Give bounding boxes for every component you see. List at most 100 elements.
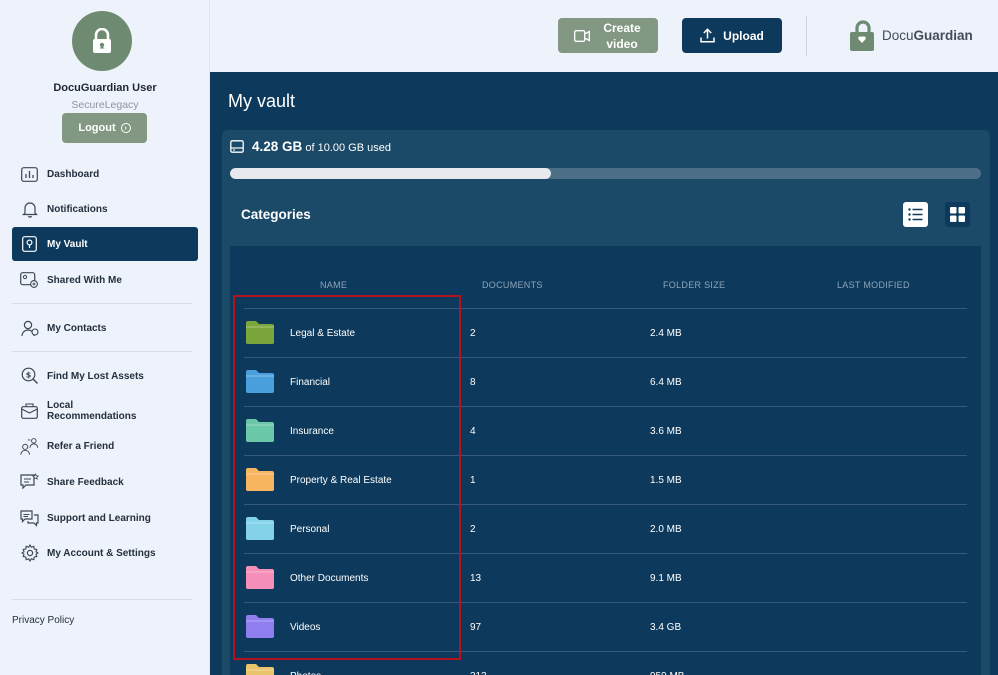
folder-size: 3.6 MB bbox=[650, 426, 682, 437]
header-divider bbox=[806, 16, 807, 56]
document-count: 8 bbox=[470, 377, 476, 388]
document-count: 1 bbox=[470, 475, 476, 486]
folder-icon bbox=[246, 517, 274, 540]
brand-prefix: Docu bbox=[882, 27, 914, 43]
logout-button[interactable]: Logout › bbox=[62, 113, 147, 143]
chart-icon bbox=[20, 165, 39, 184]
upload-button[interactable]: Upload bbox=[682, 18, 782, 53]
column-header-folder-size[interactable]: FOLDER SIZE bbox=[663, 280, 725, 290]
sidebar-divider bbox=[12, 599, 192, 600]
create-video-button[interactable]: Create video bbox=[558, 18, 658, 53]
column-header-documents[interactable]: DOCUMENTS bbox=[482, 280, 543, 290]
table-row[interactable]: Insurance 4 3.6 MB bbox=[244, 407, 967, 456]
grid-view-button[interactable] bbox=[945, 202, 970, 227]
sidebar-item-shared-with-me[interactable]: Shared With Me bbox=[12, 263, 198, 297]
sidebar-item-dashboard[interactable]: Dashboard bbox=[12, 157, 198, 191]
privacy-policy-link[interactable]: Privacy Policy bbox=[12, 615, 74, 626]
table-row[interactable]: Videos 97 3.4 GB bbox=[244, 603, 967, 652]
feedback-icon bbox=[20, 473, 39, 492]
document-count: 13 bbox=[470, 573, 482, 584]
folder-size: 1.5 MB bbox=[650, 475, 682, 486]
folder-icon bbox=[246, 615, 274, 638]
category-name: Photos bbox=[290, 671, 321, 675]
folder-icon bbox=[246, 419, 274, 442]
sidebar-item-label: Support and Learning bbox=[47, 512, 151, 524]
hard-drive-icon bbox=[230, 140, 244, 153]
dollar-search-icon: $ bbox=[20, 367, 39, 386]
sidebar-item-account-settings[interactable]: My Account & Settings bbox=[12, 536, 198, 570]
upload-icon bbox=[700, 28, 715, 43]
folder-icon bbox=[246, 321, 274, 344]
video-camera-icon bbox=[574, 29, 590, 42]
folder-size: 959 MB bbox=[650, 671, 684, 675]
document-count: 4 bbox=[470, 426, 476, 437]
sidebar-item-my-vault[interactable]: My Vault bbox=[12, 227, 198, 261]
category-name: Legal & Estate bbox=[290, 328, 356, 339]
refer-icon bbox=[20, 437, 39, 456]
table-row[interactable]: Property & Real Estate 1 1.5 MB bbox=[244, 456, 967, 505]
folder-icon bbox=[246, 370, 274, 393]
sidebar-divider bbox=[12, 351, 192, 352]
storage-progress-fill bbox=[230, 168, 552, 179]
column-header-name[interactable]: NAME bbox=[320, 280, 347, 290]
table-row[interactable]: Other Documents 13 9.1 MB bbox=[244, 554, 967, 603]
brand-logo: DocuGuardian bbox=[848, 18, 973, 52]
page-title: My vault bbox=[228, 91, 296, 111]
sidebar-item-share-feedback[interactable]: Share Feedback bbox=[12, 465, 198, 499]
support-icon bbox=[20, 509, 39, 528]
table-row[interactable]: Personal 2 2.0 MB bbox=[244, 505, 967, 554]
storage-total: of 10.00 GB used bbox=[305, 142, 391, 154]
list-view-button[interactable] bbox=[903, 202, 928, 227]
storage-progress-bar bbox=[230, 168, 981, 179]
sidebar-item-my-contacts[interactable]: My Contacts bbox=[12, 311, 198, 345]
sidebar: DocuGuardian User SecureLegacy Logout › … bbox=[0, 0, 210, 675]
sidebar-item-label: Refer a Friend bbox=[47, 440, 115, 452]
table-row[interactable]: Financial 8 6.4 MB bbox=[244, 358, 967, 407]
sidebar-item-label: My Contacts bbox=[47, 322, 107, 334]
folder-icon bbox=[246, 664, 274, 675]
sidebar-item-local-recommendations[interactable]: Local Recommendations bbox=[12, 394, 198, 428]
document-count: 97 bbox=[470, 622, 482, 633]
table-row[interactable]: Photos 213 959 MB bbox=[244, 652, 967, 675]
user-subtitle: SecureLegacy bbox=[71, 99, 139, 111]
logout-label: Logout bbox=[78, 122, 116, 134]
sidebar-item-label: Shared With Me bbox=[47, 274, 122, 286]
document-count: 2 bbox=[470, 524, 476, 535]
category-name: Property & Real Estate bbox=[290, 475, 392, 486]
padlock-logo-icon bbox=[850, 20, 874, 51]
gear-icon bbox=[20, 544, 39, 563]
sidebar-item-label: My Account & Settings bbox=[47, 547, 156, 559]
folder-size: 3.4 GB bbox=[650, 622, 682, 633]
top-header: Create video Upload DocuGuardian bbox=[210, 0, 998, 72]
folder-size: 9.1 MB bbox=[650, 573, 682, 584]
sidebar-item-label: Notifications bbox=[47, 203, 108, 215]
user-name: DocuGuardian User bbox=[53, 82, 157, 94]
lock-icon bbox=[93, 28, 111, 53]
column-header-last-modified[interactable]: LAST MODIFIED bbox=[837, 280, 910, 290]
document-count: 213 bbox=[470, 671, 487, 675]
sidebar-item-label: Find My Lost Assets bbox=[47, 370, 144, 382]
categories-title: Categories bbox=[241, 207, 311, 222]
brand-suffix: Guardian bbox=[913, 27, 973, 43]
category-name: Insurance bbox=[290, 426, 334, 437]
recommendation-icon bbox=[20, 402, 39, 421]
categories-table: NAME DOCUMENTS FOLDER SIZE LAST MODIFIED… bbox=[230, 246, 981, 675]
sidebar-item-support-learning[interactable]: Support and Learning bbox=[12, 501, 198, 535]
brand-name: DocuGuardian bbox=[882, 28, 973, 43]
storage-usage: 4.28 GB of 10.00 GB used bbox=[230, 139, 391, 154]
category-name: Financial bbox=[290, 377, 331, 388]
category-name: Other Documents bbox=[290, 573, 369, 584]
upload-label: Upload bbox=[723, 28, 764, 43]
sidebar-item-notifications[interactable]: Notifications bbox=[12, 192, 198, 226]
shared-icon bbox=[20, 271, 39, 290]
sidebar-item-find-lost-assets[interactable]: $ Find My Lost Assets bbox=[12, 359, 198, 393]
vault-icon bbox=[20, 235, 39, 254]
table-row[interactable]: Legal & Estate 2 2.4 MB bbox=[244, 309, 967, 358]
sidebar-item-label: Dashboard bbox=[47, 168, 100, 180]
sidebar-item-refer-a-friend[interactable]: Refer a Friend bbox=[12, 429, 198, 463]
sidebar-item-label: Local Recommendations bbox=[47, 400, 137, 422]
avatar bbox=[72, 11, 132, 71]
folder-size: 2.0 MB bbox=[650, 524, 682, 535]
sidebar-divider bbox=[12, 303, 192, 304]
contacts-icon bbox=[20, 319, 39, 338]
